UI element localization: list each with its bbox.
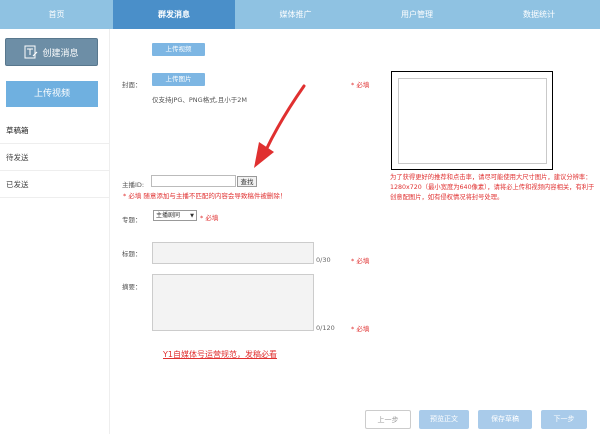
cover-preview-frame <box>391 71 553 170</box>
cover-preview-area <box>398 78 547 164</box>
title-input[interactable] <box>152 242 314 264</box>
topic-select[interactable]: 主播剧同 ▼ <box>153 210 197 221</box>
cover-required-mark: * 必填 <box>351 81 370 89</box>
cover-format-hint: 仅支持JPG、PNG格式,且小于2M <box>152 96 248 104</box>
tab-media-promotion[interactable]: 媒体推广 <box>235 0 356 29</box>
search-button[interactable]: 查找 <box>237 176 257 187</box>
summary-counter: 0/120 <box>316 324 335 332</box>
anchor-id-label: 主播ID: <box>122 181 145 189</box>
upload-image-button[interactable]: 上传图片 <box>152 73 205 86</box>
next-step-button[interactable]: 下一步 <box>541 410 587 429</box>
sidebar-list: 草稿箱 待发送 已发送 <box>0 117 110 198</box>
title-label: 标题： <box>122 250 142 258</box>
dropdown-arrow-icon: ▼ <box>190 213 194 219</box>
summary-label: 摘要： <box>122 283 142 291</box>
upload-video-button[interactable]: 上传视频 <box>152 43 205 56</box>
upload-video-menu-button[interactable]: 上传视频 <box>6 81 98 107</box>
operation-rules-link[interactable]: Y1自媒体号运营规范，发稿必看 <box>163 349 277 360</box>
tab-user-management[interactable]: 用户管理 <box>356 0 478 29</box>
save-draft-button[interactable]: 保存草稿 <box>478 410 532 429</box>
create-message-button[interactable]: 创建消息 <box>5 38 98 66</box>
preview-content-button[interactable]: 预览正文 <box>419 410 469 429</box>
top-nav: 首页 群发消息 媒体推广 用户管理 数据统计 <box>0 0 600 29</box>
edit-document-icon <box>24 45 38 59</box>
sidebar: 创建消息 上传视频 草稿箱 待发送 已发送 <box>0 29 110 434</box>
cover-label: 封面： <box>122 81 142 89</box>
summary-required-mark: * 必填 <box>351 325 370 333</box>
summary-input[interactable] <box>152 274 314 331</box>
tab-home[interactable]: 首页 <box>0 0 113 29</box>
topic-selected-value: 主播剧同 <box>156 212 181 219</box>
tab-mass-message[interactable]: 群发消息 <box>113 0 235 29</box>
sidebar-item-sent[interactable]: 已发送 <box>0 171 110 198</box>
sidebar-item-drafts[interactable]: 草稿箱 <box>0 117 110 144</box>
title-counter: 0/30 <box>316 256 331 264</box>
previous-step-button[interactable]: 上一步 <box>365 410 411 429</box>
tab-data-statistics[interactable]: 数据统计 <box>478 0 600 29</box>
anchor-id-input[interactable] <box>151 175 236 187</box>
red-arrow-annotation <box>254 84 306 168</box>
anchor-warning: * 必填 随意添加与主播不匹配的内容会导致稿件被删除！ <box>123 192 287 200</box>
create-message-label: 创建消息 <box>42 48 79 59</box>
sidebar-item-pending[interactable]: 待发送 <box>0 144 110 171</box>
topic-label: 专题： <box>122 216 142 224</box>
cover-guideline-note: 为了获得更好的推荐和点击率，请尽可能使用大尺寸图片，建议分辨率：1280x720… <box>390 174 595 201</box>
title-required-mark: * 必填 <box>351 257 370 265</box>
topic-required-mark: * 必填 <box>200 214 219 222</box>
